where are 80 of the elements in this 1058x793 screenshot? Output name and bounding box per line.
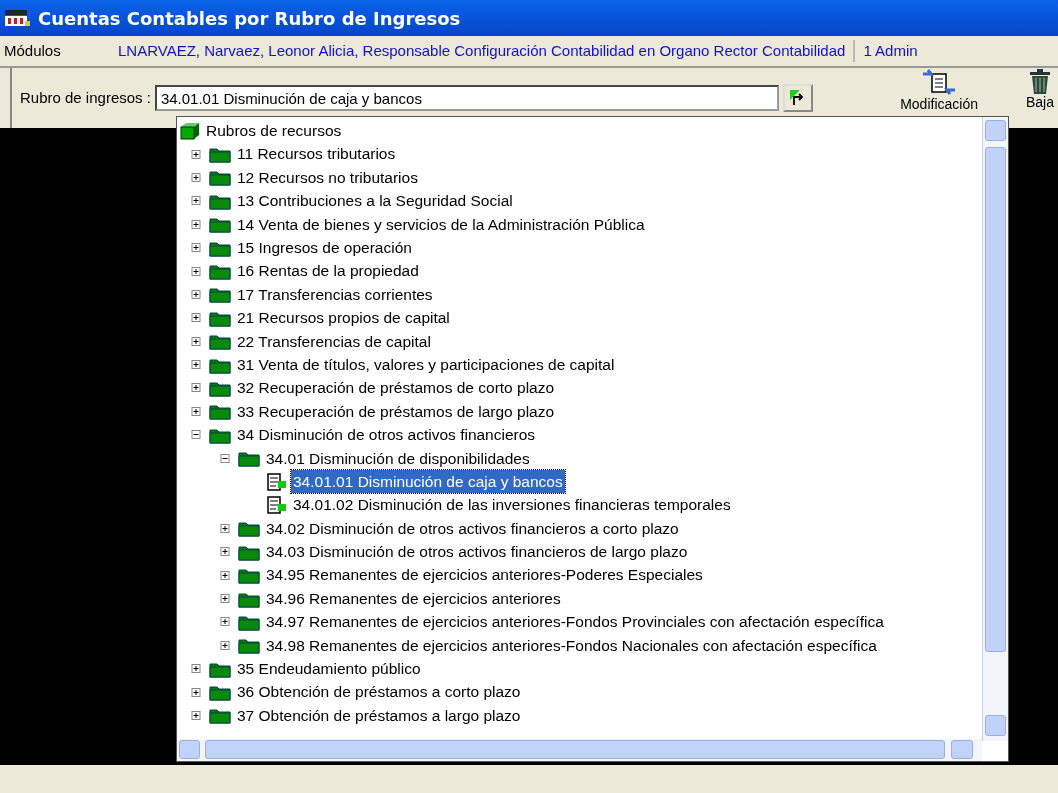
menu-item[interactable]: Módulos — [0, 39, 118, 63]
tree-item[interactable]: 12 Recursos no tributarios — [235, 165, 420, 190]
role-info: 1 Admin — [853, 39, 918, 63]
folder-icon — [209, 168, 231, 187]
folder-icon — [209, 379, 231, 397]
folder-icon — [238, 636, 260, 655]
trash-icon — [1028, 69, 1052, 95]
tree-item[interactable]: 34.96 Remanentes de ejercicios anteriores — [264, 586, 563, 611]
tree-item[interactable]: 34.01 Disminución de disponibilidades — [264, 446, 532, 470]
tree-item[interactable]: 14 Venta de bienes y servicios de la Administración Pública — [235, 212, 647, 236]
expand-icon[interactable] — [189, 710, 203, 720]
user-info: LNARVAEZ, Narvaez, Leonor Alicia, Responsable Configuración Contabilidad en Organo Rector Contabilidad — [118, 40, 847, 61]
folder-icon — [209, 402, 231, 421]
folder-icon — [209, 706, 231, 725]
folder-icon — [209, 262, 231, 281]
horizontal-scrollbar[interactable] — [177, 739, 982, 761]
expand-icon[interactable] — [189, 219, 203, 229]
expand-icon[interactable] — [189, 196, 203, 206]
tree-item[interactable]: 36 Obtención de préstamos a corto plazo — [235, 680, 523, 704]
cube-icon — [180, 121, 200, 140]
tree-item[interactable]: 34.02 Disminución de otros activos financieros a corto plazo — [264, 516, 681, 540]
expand-icon[interactable] — [189, 336, 203, 346]
tree-item[interactable]: 34.01.02 Disminución de las inversiones financieras temporales — [291, 493, 733, 517]
tree-item[interactable]: 11 Recursos tributarios — [235, 142, 398, 166]
tree-item[interactable]: Rubros de recursos — [204, 119, 344, 143]
document-icon — [267, 472, 287, 491]
folder-icon — [238, 519, 260, 538]
field-label: Rubro de ingresos : — [20, 87, 151, 108]
lookup-button[interactable] — [782, 84, 813, 112]
tree-item[interactable]: 32 Recuperación de préstamos de corto plazo — [235, 376, 557, 400]
tree-item[interactable]: 34.03 Disminución de otros activos financieros de largo plazo — [264, 540, 690, 564]
tree-item[interactable]: 34 Disminución de otros activos financieros — [235, 423, 538, 447]
folder-icon — [209, 145, 231, 164]
tree-item[interactable]: 22 Transferencias de capital — [235, 329, 433, 353]
expand-icon[interactable] — [218, 570, 232, 580]
delete-button[interactable]: Baja — [1025, 69, 1054, 110]
folder-icon — [209, 215, 231, 234]
expand-icon[interactable] — [218, 594, 232, 603]
tree-item[interactable]: 33 Recuperación de préstamos de largo plazo — [235, 399, 557, 423]
expand-icon[interactable] — [189, 289, 203, 299]
tree-item[interactable]: 16 Rentas de la propiedad — [235, 259, 421, 283]
tree-item[interactable]: 34.97 Remanentes de ejercicios anteriores-Fondos Provinciales con afectación específica — [264, 610, 886, 634]
document-icon — [267, 495, 287, 514]
tree-item[interactable]: 13 Contribuciones a la Seguridad Social — [235, 189, 515, 213]
expand-icon[interactable] — [189, 383, 203, 393]
expand-icon[interactable] — [189, 243, 203, 253]
collapse-icon[interactable] — [218, 453, 232, 463]
tree-item[interactable]: 17 Transferencias corrientes — [235, 282, 435, 307]
expand-icon[interactable] — [218, 523, 232, 533]
tree-item[interactable]: 21 Recursos propios de capital — [235, 306, 452, 330]
expand-icon[interactable] — [189, 360, 203, 370]
tree-item[interactable]: 35 Endeudamiento público — [235, 657, 423, 681]
expand-icon[interactable] — [189, 664, 203, 674]
tree-item[interactable]: 31 Venta de títulos, valores y participaciones de capital — [235, 352, 617, 377]
tree-item[interactable]: 15 Ingresos de operación — [235, 236, 414, 260]
expand-icon[interactable] — [189, 406, 203, 416]
tree-item[interactable]: 37 Obtención de préstamos a largo plazo — [235, 703, 523, 728]
expand-icon[interactable] — [218, 547, 232, 557]
collapse-icon[interactable] — [189, 430, 203, 440]
folder-icon — [209, 285, 231, 304]
folder-icon — [209, 332, 231, 351]
expand-icon[interactable] — [218, 640, 232, 650]
vertical-scrollbar[interactable] — [982, 117, 1008, 741]
rubro-field[interactable]: 34.01.01 Disminución de caja y bancos — [154, 85, 779, 111]
window-title: Cuentas Contables por Rubro de Ingresos — [38, 6, 461, 31]
folder-icon — [238, 566, 260, 585]
app-icon — [4, 9, 30, 27]
tree-item[interactable]: 34.98 Remanentes de ejercicios anteriores-Fondos Nacionales con afectación específica — [264, 633, 879, 657]
folder-icon — [238, 449, 260, 468]
expand-icon[interactable] — [189, 149, 203, 159]
tree-item[interactable]: 34.95 Remanentes de ejercicios anteriores-Poderes Especiales — [264, 563, 705, 587]
document-arrows-icon — [923, 69, 956, 97]
expand-icon[interactable] — [189, 313, 203, 323]
modify-button[interactable]: Modificación — [900, 69, 978, 112]
expand-icon[interactable] — [189, 172, 203, 182]
tree-item[interactable]: 34.01.01 Disminución de caja y bancos — [291, 469, 565, 494]
expand-icon[interactable] — [189, 687, 203, 697]
expand-icon[interactable] — [218, 617, 232, 627]
expand-icon[interactable] — [189, 266, 203, 276]
folder-icon — [209, 683, 231, 702]
